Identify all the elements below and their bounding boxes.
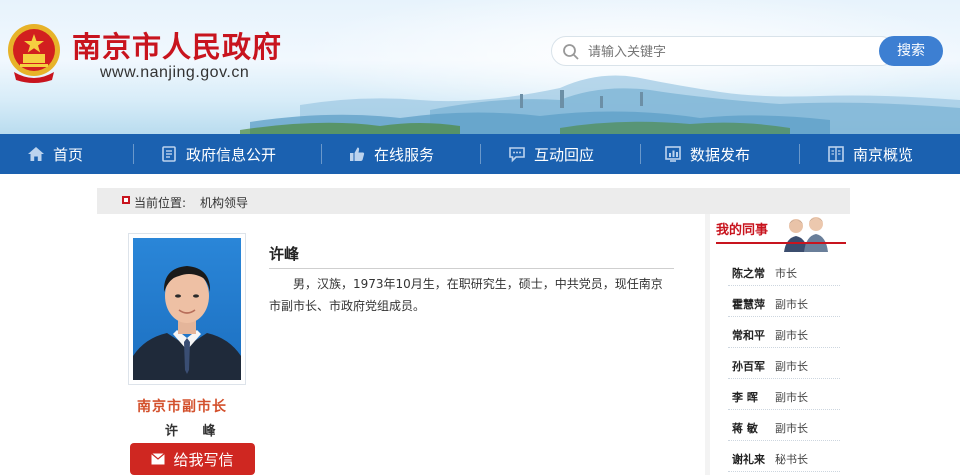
nav-item-interaction[interactable]: 互动回应 bbox=[508, 134, 594, 174]
breadcrumb: 当前位置: 机构领导 bbox=[97, 188, 850, 214]
home-icon bbox=[28, 147, 44, 161]
search-input[interactable] bbox=[588, 42, 878, 62]
nav-item-nanjing-overview[interactable]: 南京概览 bbox=[827, 134, 913, 174]
colleague-item[interactable]: 蒋 敏 副市长 bbox=[728, 411, 840, 441]
colleague-item[interactable]: 霍慧萍 副市长 bbox=[728, 287, 840, 317]
colleague-position: 副市长 bbox=[775, 329, 808, 342]
nav-label-online-service: 在线服务 bbox=[374, 145, 435, 164]
nav-label-home: 首页 bbox=[53, 145, 84, 164]
leader-bio: 男，汉族，1973年10月生，在职研究生，硕士，中共党员，现任南京市副市长、市政… bbox=[269, 277, 663, 313]
nav-divider bbox=[133, 144, 134, 164]
book-icon bbox=[828, 146, 844, 162]
national-emblem-icon bbox=[8, 24, 60, 83]
colleague-item[interactable]: 李 晖 副市长 bbox=[728, 380, 840, 410]
nav-item-home[interactable]: 首页 bbox=[27, 134, 83, 174]
colleague-name: 谢礼来 bbox=[732, 453, 765, 466]
nav-label-nanjing-overview: 南京概览 bbox=[853, 145, 914, 164]
nav-item-gov-info[interactable]: 政府信息公开 bbox=[160, 134, 276, 174]
portrait-frame bbox=[128, 233, 246, 385]
colleague-name: 陈之常 bbox=[732, 267, 765, 280]
chart-icon bbox=[665, 146, 681, 162]
colleague-position: 市长 bbox=[775, 267, 797, 280]
search-button[interactable]: 搜索 bbox=[879, 36, 943, 66]
nav-label-interaction: 互动回应 bbox=[534, 145, 595, 164]
colleague-name: 孙百军 bbox=[732, 360, 765, 373]
envelope-icon bbox=[151, 453, 166, 465]
colleagues-heading: 我的同事 bbox=[716, 223, 769, 238]
site-url: www.nanjing.gov.cn bbox=[100, 64, 250, 81]
write-to-me-button[interactable]: 给我写信 bbox=[130, 443, 255, 475]
nav-label-gov-info: 政府信息公开 bbox=[186, 145, 277, 164]
nav-label-data-release: 数据发布 bbox=[690, 145, 751, 164]
site-title[interactable]: 南京市人民政府 bbox=[72, 24, 282, 66]
document-icon bbox=[162, 146, 176, 162]
nav-divider bbox=[799, 144, 800, 164]
nav-divider bbox=[480, 144, 481, 164]
thumbs-up-icon bbox=[350, 147, 365, 161]
leader-profile-panel: 南京市副市长 许 峰 给我写信 许峰 男，汉族，1973年10月生，在职研究生，… bbox=[97, 214, 705, 475]
search-bar: 搜索 bbox=[551, 36, 943, 66]
portrait-photo bbox=[133, 238, 241, 380]
breadcrumb-prefix: 当前位置: bbox=[134, 196, 187, 210]
colleague-position: 副市长 bbox=[775, 360, 808, 373]
write-to-me-label: 给我写信 bbox=[173, 450, 234, 469]
location-marker-icon bbox=[122, 196, 130, 204]
nav-divider bbox=[640, 144, 641, 164]
breadcrumb-current[interactable]: 机构领导 bbox=[200, 194, 248, 211]
colleague-name: 常和平 bbox=[732, 329, 765, 342]
portrait-caption-name: 许 峰 bbox=[165, 424, 226, 439]
search-icon bbox=[563, 44, 579, 60]
name-divider bbox=[269, 268, 674, 269]
colleague-position: 副市长 bbox=[775, 391, 808, 404]
nav-divider bbox=[321, 144, 322, 164]
search-box bbox=[551, 36, 896, 66]
colleagues-avatars-icon bbox=[784, 217, 828, 252]
colleague-position: 副市长 bbox=[775, 298, 808, 311]
colleagues-divider bbox=[716, 242, 846, 244]
chat-icon bbox=[509, 147, 525, 163]
nav-item-data-release[interactable]: 数据发布 bbox=[664, 134, 750, 174]
colleagues-panel: 我的同事 陈之常 市长 霍慧萍 副市长 常和平 副市长 孙百军 副市长 李 晖 bbox=[710, 214, 850, 475]
colleague-item[interactable]: 谢礼来 秘书长 bbox=[728, 442, 840, 472]
colleague-name: 霍慧萍 bbox=[732, 298, 765, 311]
nav-item-online-service[interactable]: 在线服务 bbox=[348, 134, 434, 174]
main-nav: 首页 政府信息公开 在线服务 互动回应 数据发布 南京概览 bbox=[0, 134, 960, 174]
content-area: 当前位置: 机构领导 南京市副市长 许 峰 给我写信 许峰 男，汉族，1973年… bbox=[97, 188, 850, 475]
colleague-item[interactable]: 孙百军 副市长 bbox=[728, 349, 840, 379]
colleague-position: 副市长 bbox=[775, 422, 808, 435]
colleague-name: 蒋 敏 bbox=[732, 422, 758, 435]
portrait-caption-title: 南京市副市长 bbox=[137, 399, 227, 415]
site-header: 南京市人民政府 www.nanjing.gov.cn 搜索 bbox=[0, 0, 960, 134]
colleague-name: 李 晖 bbox=[732, 391, 758, 404]
colleague-position: 秘书长 bbox=[775, 453, 808, 466]
colleague-item[interactable]: 陈之常 市长 bbox=[728, 256, 840, 286]
colleague-item[interactable]: 常和平 副市长 bbox=[728, 318, 840, 348]
leader-name: 许峰 bbox=[269, 245, 300, 263]
